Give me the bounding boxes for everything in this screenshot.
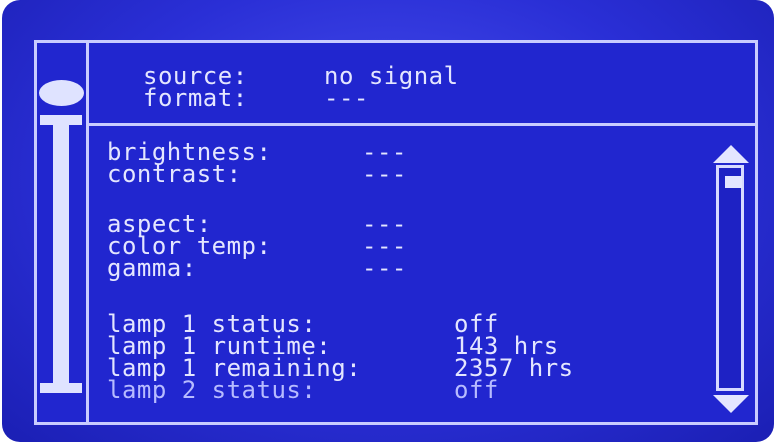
- format-label: format:: [143, 84, 248, 112]
- format-value: ---: [324, 84, 369, 112]
- slider-bar-top: [40, 115, 82, 125]
- scroll-thumb[interactable]: [725, 176, 742, 188]
- lamp2-status-value: off: [454, 376, 499, 404]
- level-slider[interactable]: [37, 43, 89, 422]
- slider-knob-icon[interactable]: [39, 80, 84, 106]
- contrast-label: contrast:: [107, 160, 242, 188]
- lcd-screen: source: no signal format: --- brightness…: [34, 40, 758, 425]
- gamma-label: gamma:: [107, 254, 197, 282]
- scroll-track[interactable]: [716, 165, 744, 391]
- signal-header: source: no signal format: ---: [89, 43, 755, 126]
- contrast-value: ---: [362, 160, 407, 188]
- down-arrow-icon[interactable]: [713, 395, 749, 413]
- gamma-value: ---: [362, 254, 407, 282]
- up-arrow-icon[interactable]: [713, 145, 749, 163]
- slider-bar-stem: [53, 125, 69, 383]
- slider-bar-bottom: [40, 383, 82, 393]
- device-bezel: source: no signal format: --- brightness…: [2, 0, 774, 442]
- lamp2-status-label: lamp 2 status:: [107, 376, 317, 404]
- scrollbar[interactable]: [713, 145, 749, 415]
